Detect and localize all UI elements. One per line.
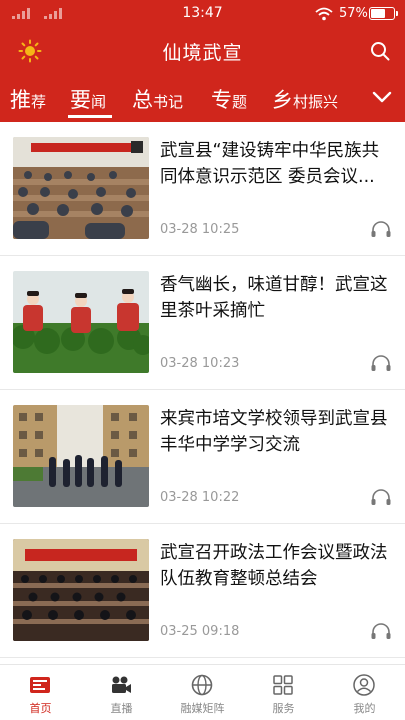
bottom-nav: 首页 直播 融媒矩阵 服务 我的 xyxy=(0,664,405,720)
news-date: 03-28 10:23 xyxy=(160,356,240,371)
news-item[interactable]: 武宣召开政法工作会议暨政法队伍教育整顿总结会 03-25 09:18 xyxy=(0,524,405,658)
user-icon xyxy=(352,673,376,697)
nav-label: 直播 xyxy=(110,702,133,715)
nav-label: 我的 xyxy=(353,702,376,715)
nav-live[interactable]: 直播 xyxy=(81,665,162,720)
nav-label: 服务 xyxy=(272,702,295,715)
nav-home[interactable]: 首页 xyxy=(0,665,81,720)
battery-percent: 57% xyxy=(339,6,368,21)
tab-special[interactable]: 专题 xyxy=(211,84,247,114)
tab-rural[interactable]: 乡村振兴 xyxy=(272,84,338,114)
news-date: 03-28 10:25 xyxy=(160,222,240,237)
tab-recommend[interactable]: 推荐 xyxy=(10,84,46,114)
news-date: 03-28 10:22 xyxy=(160,490,240,505)
news-title[interactable]: 武宣召开政法工作会议暨政法队伍教育整顿总结会 xyxy=(160,540,395,592)
active-tab-indicator xyxy=(68,115,112,118)
news-date: 03-25 09:18 xyxy=(160,624,240,639)
status-bar: 13:47 57% xyxy=(0,0,405,28)
news-thumbnail xyxy=(13,405,149,507)
news-thumbnail xyxy=(13,271,149,373)
headphones-icon[interactable] xyxy=(370,354,392,376)
headphones-icon[interactable] xyxy=(370,622,392,644)
news-title[interactable]: 来宾市培文学校领导到武宣县丰华中学学习交流 xyxy=(160,406,395,458)
news-title[interactable]: 武宣县“建设铸牢中华民族共同体意识示范区 委员会议... xyxy=(160,138,395,190)
tab-secretary[interactable]: 总书记 xyxy=(132,84,183,114)
nav-service[interactable]: 服务 xyxy=(243,665,324,720)
news-item[interactable]: 武宣县“建设铸牢中华民族共同体意识示范区 委员会议... 03-28 10:25 xyxy=(0,122,405,256)
app-header: 仙境武宣 xyxy=(0,28,405,74)
home-icon xyxy=(28,673,52,697)
battery-icon xyxy=(369,7,398,20)
nav-media-matrix[interactable]: 融媒矩阵 xyxy=(162,665,243,720)
search-icon[interactable] xyxy=(370,41,390,65)
news-item[interactable]: 香气幽长，味道甘醇！武宣这里茶叶采摘忙 03-28 10:23 xyxy=(0,256,405,390)
wifi-icon xyxy=(315,6,333,25)
nav-label: 首页 xyxy=(29,702,52,715)
channel-tabs: 推荐 要闻 总书记 专题 乡村振兴 xyxy=(0,80,405,122)
globe-icon xyxy=(190,673,214,697)
tab-news[interactable]: 要闻 xyxy=(70,84,106,114)
video-camera-icon xyxy=(109,673,133,697)
news-item[interactable]: 来宾市培文学校领导到武宣县丰华中学学习交流 03-28 10:22 xyxy=(0,390,405,524)
grid-icon xyxy=(271,673,295,697)
divider xyxy=(0,657,405,658)
headphones-icon[interactable] xyxy=(370,220,392,242)
chevron-down-icon[interactable] xyxy=(372,89,392,108)
news-thumbnail xyxy=(13,137,149,239)
nav-label: 融媒矩阵 xyxy=(180,702,225,715)
news-thumbnail xyxy=(13,539,149,641)
app-title: 仙境武宣 xyxy=(162,42,243,64)
news-title[interactable]: 香气幽长，味道甘醇！武宣这里茶叶采摘忙 xyxy=(160,272,395,324)
nav-mine[interactable]: 我的 xyxy=(324,665,405,720)
headphones-icon[interactable] xyxy=(370,488,392,510)
